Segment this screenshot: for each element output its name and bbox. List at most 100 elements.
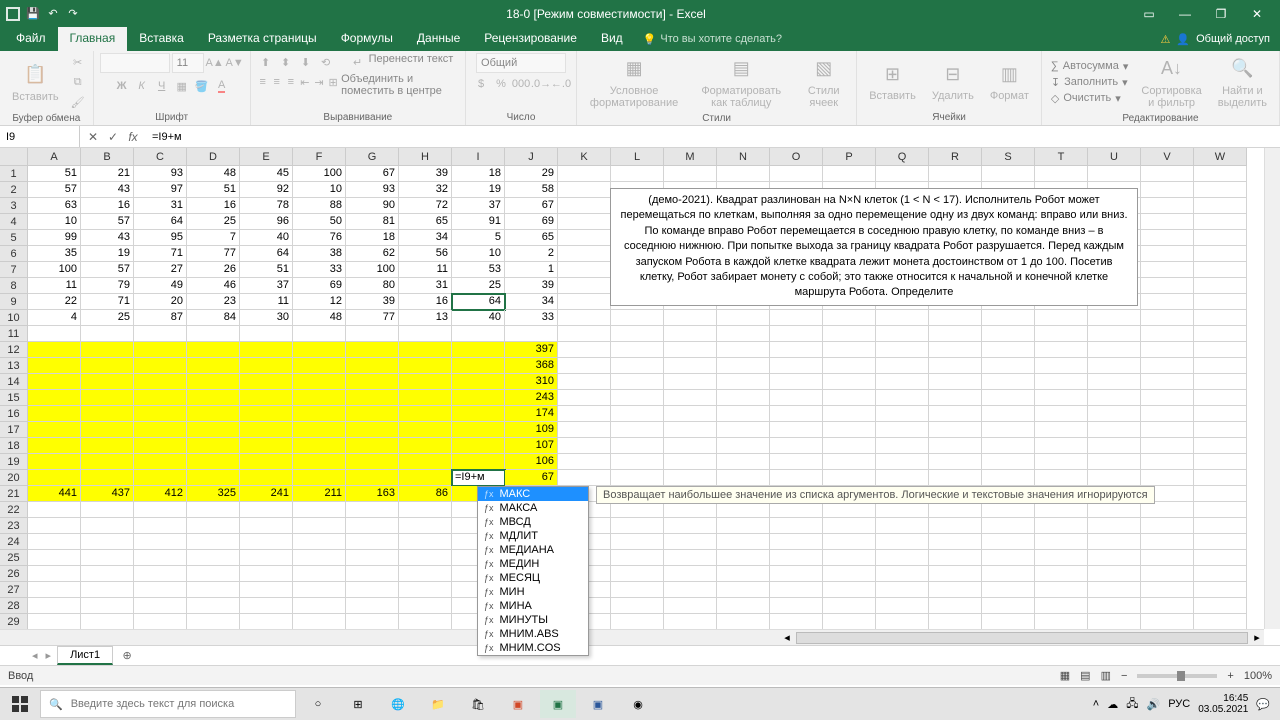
cell-H23[interactable] [399,518,452,534]
align-bottom-icon[interactable]: ⬇ [297,53,315,71]
cell-V7[interactable] [1141,262,1194,278]
cell-E12[interactable] [240,342,293,358]
format-as-table-button[interactable]: ▤Форматировать как таблицу [689,53,793,111]
cell-M11[interactable] [664,326,717,342]
row-header-4[interactable]: 4 [0,214,28,230]
clear-button[interactable]: ◇Очистить▾ [1048,91,1131,106]
tab-data[interactable]: Данные [405,27,472,51]
cell-F6[interactable]: 38 [293,246,346,262]
cell-E15[interactable] [240,390,293,406]
cell-O22[interactable] [770,502,823,518]
cell-V9[interactable] [1141,294,1194,310]
cell-N1[interactable] [717,166,770,182]
cell-V12[interactable] [1141,342,1194,358]
cell-I15[interactable] [452,390,505,406]
cell-H10[interactable]: 13 [399,310,452,326]
cell-V11[interactable] [1141,326,1194,342]
cell-C28[interactable] [134,598,187,614]
cell-A17[interactable] [28,422,81,438]
cell-K19[interactable] [558,454,611,470]
cell-Q23[interactable] [876,518,929,534]
cell-R15[interactable] [929,390,982,406]
cell-E29[interactable] [240,614,293,629]
cell-D22[interactable] [187,502,240,518]
cell-F25[interactable] [293,550,346,566]
redo-icon[interactable]: ↷ [66,7,80,21]
cell-B13[interactable] [81,358,134,374]
fx-icon[interactable]: fx [124,128,142,146]
row-header-6[interactable]: 6 [0,246,28,262]
cell-G27[interactable] [346,582,399,598]
cell-S10[interactable] [982,310,1035,326]
col-header-C[interactable]: C [134,148,187,166]
cell-H2[interactable]: 32 [399,182,452,198]
select-all-corner[interactable] [0,148,28,166]
cell-M24[interactable] [664,534,717,550]
cell-V8[interactable] [1141,278,1194,294]
col-header-T[interactable]: T [1035,148,1088,166]
col-header-O[interactable]: O [770,148,823,166]
cell-A18[interactable] [28,438,81,454]
cell-V10[interactable] [1141,310,1194,326]
cell-S27[interactable] [982,582,1035,598]
cell-S14[interactable] [982,374,1035,390]
cell-G19[interactable] [346,454,399,470]
cell-C25[interactable] [134,550,187,566]
cell-E10[interactable]: 30 [240,310,293,326]
cell-F7[interactable]: 33 [293,262,346,278]
cell-F15[interactable] [293,390,346,406]
cell-L26[interactable] [611,566,664,582]
cell-B2[interactable]: 43 [81,182,134,198]
tab-review[interactable]: Рецензирование [472,27,589,51]
cell-L19[interactable] [611,454,664,470]
cell-W6[interactable] [1194,246,1247,262]
cell-A5[interactable]: 99 [28,230,81,246]
cell-T19[interactable] [1035,454,1088,470]
cell-W10[interactable] [1194,310,1247,326]
undo-icon[interactable]: ↶ [46,7,60,21]
cell-R10[interactable] [929,310,982,326]
cell-E7[interactable]: 51 [240,262,293,278]
row-header-23[interactable]: 23 [0,518,28,534]
cell-T10[interactable] [1035,310,1088,326]
cell-F24[interactable] [293,534,346,550]
cell-W18[interactable] [1194,438,1247,454]
cell-styles-button[interactable]: ▧Стили ячеек [797,53,850,111]
cell-G12[interactable] [346,342,399,358]
cell-K20[interactable] [558,470,611,486]
cell-A21[interactable]: 441 [28,486,81,502]
cell-T27[interactable] [1035,582,1088,598]
cell-Q16[interactable] [876,406,929,422]
cell-K10[interactable] [558,310,611,326]
cell-C5[interactable]: 95 [134,230,187,246]
row-header-20[interactable]: 20 [0,470,28,486]
cell-Q15[interactable] [876,390,929,406]
cell-B28[interactable] [81,598,134,614]
font-name-input[interactable] [100,53,170,73]
zoom-slider[interactable] [1137,674,1217,678]
cell-E2[interactable]: 92 [240,182,293,198]
autocomplete-item[interactable]: ƒxМЕДИН [478,557,588,571]
cell-U22[interactable] [1088,502,1141,518]
align-center-icon[interactable]: ≡ [271,73,283,91]
cell-H9[interactable]: 16 [399,294,452,310]
col-header-I[interactable]: I [452,148,505,166]
cell-P17[interactable] [823,422,876,438]
cell-A24[interactable] [28,534,81,550]
cell-A14[interactable] [28,374,81,390]
cell-N18[interactable] [717,438,770,454]
comma-icon[interactable]: 000 [512,75,530,93]
row-header-7[interactable]: 7 [0,262,28,278]
cell-P19[interactable] [823,454,876,470]
cell-J15[interactable]: 243 [505,390,558,406]
cell-P10[interactable] [823,310,876,326]
cell-A7[interactable]: 100 [28,262,81,278]
cell-I10[interactable]: 40 [452,310,505,326]
cell-R23[interactable] [929,518,982,534]
cell-E21[interactable]: 241 [240,486,293,502]
cell-E19[interactable] [240,454,293,470]
cell-Q14[interactable] [876,374,929,390]
onedrive-icon[interactable]: ☁ [1107,698,1118,711]
cell-N25[interactable] [717,550,770,566]
cell-U19[interactable] [1088,454,1141,470]
